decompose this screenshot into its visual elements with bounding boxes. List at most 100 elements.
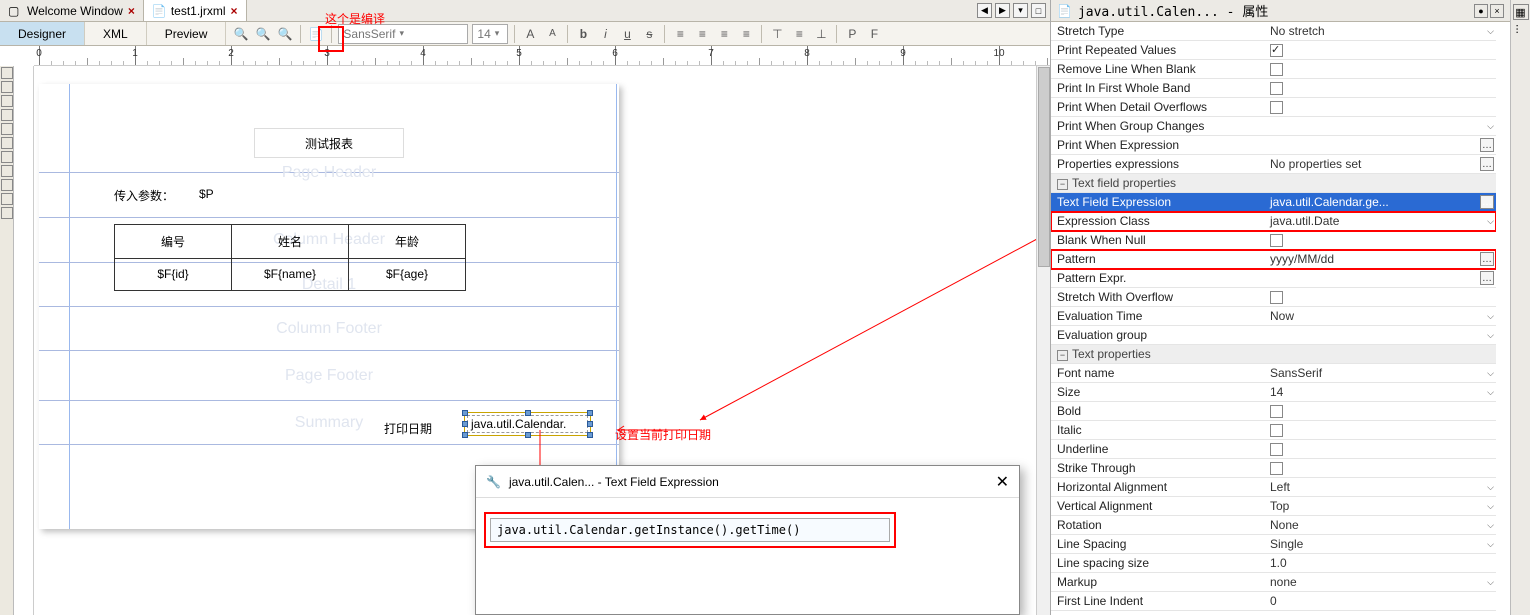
report-table[interactable]: 编号 姓名 年龄 $F{id} $F{name} $F{age} [114,224,466,291]
property-row[interactable]: −Text properties [1051,345,1496,364]
dock-label[interactable]: ... [1513,24,1529,34]
detail-field[interactable]: $F{name} [232,259,349,291]
property-row[interactable]: Line spacing size1.0 [1051,554,1496,573]
property-row[interactable]: Italic [1051,421,1496,440]
tab-jrxml[interactable]: 📄 test1.jrxml × [144,0,247,21]
chevron-down-icon[interactable]: ⌵ [1487,121,1494,132]
align-right-icon[interactable]: ≡ [715,25,733,43]
dropdown-icon[interactable]: ▾ [1013,3,1028,18]
property-row[interactable]: Bold [1051,402,1496,421]
ellipsis-icon[interactable]: … [1480,157,1494,171]
param-label[interactable]: 传入参数： [114,187,174,204]
chevron-down-icon[interactable]: ⌵ [1487,539,1494,550]
ellipsis-icon[interactable]: … [1480,138,1494,152]
chevron-down-icon[interactable]: ⌵ [1487,387,1494,398]
chevron-down-icon[interactable]: ⌵ [1487,520,1494,531]
checkbox[interactable] [1270,405,1283,418]
dock-icon[interactable]: ▦ [1513,4,1529,20]
close-icon[interactable]: × [128,4,135,18]
pin-icon[interactable]: ● [1474,4,1488,18]
mode-designer[interactable]: Designer [0,22,85,45]
property-row[interactable]: Stretch TypeNo stretch⌵ [1051,22,1496,41]
align-justify-icon[interactable]: ≡ [737,25,755,43]
property-row[interactable]: Patternyyyy/MM/dd… [1051,250,1496,269]
scroll-right-icon[interactable]: ▶ [995,3,1010,18]
size-up-icon[interactable]: A [521,25,539,43]
report-title[interactable]: 测试报表 [254,128,404,158]
property-row[interactable]: Properties expressionsNo properties set… [1051,155,1496,174]
compile-icon[interactable]: 📄 [307,25,325,43]
property-row[interactable]: Font nameSansSerif⌵ [1051,364,1496,383]
checkbox[interactable] [1270,234,1283,247]
chevron-down-icon[interactable]: ⌵ [1487,216,1494,227]
valign-middle-icon[interactable]: ≡ [790,25,808,43]
chevron-down-icon[interactable]: ⌵ [1487,501,1494,512]
property-row[interactable]: Size14⌵ [1051,383,1496,402]
print-date-field[interactable]: java.util.Calendar. [464,412,591,436]
zoom-fit-icon[interactable]: 🔍 [254,25,272,43]
mode-xml[interactable]: XML [85,22,147,45]
expression-input[interactable] [490,518,890,542]
property-row[interactable]: RotationNone⌵ [1051,516,1496,535]
checkbox[interactable] [1270,63,1283,76]
zoom-in-icon[interactable]: 🔍 [232,25,250,43]
checkbox[interactable] [1270,462,1283,475]
col-header[interactable]: 年龄 [349,225,466,259]
param-field[interactable]: $P [199,187,214,201]
checkbox[interactable] [1270,443,1283,456]
checkbox[interactable] [1270,424,1283,437]
property-row[interactable]: Print In First Whole Band [1051,79,1496,98]
detail-field[interactable]: $F{id} [115,259,232,291]
property-row[interactable]: Text Field Expressionjava.util.Calendar.… [1051,193,1496,212]
param-icon[interactable]: P [843,25,861,43]
ellipsis-icon[interactable]: … [1480,195,1494,209]
ellipsis-icon[interactable]: … [1480,271,1494,285]
property-row[interactable]: Evaluation TimeNow⌵ [1051,307,1496,326]
size-down-icon[interactable]: A [543,25,561,43]
chevron-down-icon[interactable]: ⌵ [1487,368,1494,379]
col-header[interactable]: 姓名 [232,225,349,259]
property-row[interactable]: Line SpacingSingle⌵ [1051,535,1496,554]
property-row[interactable]: Strike Through [1051,459,1496,478]
property-row[interactable]: Expression Classjava.util.Date⌵ [1051,212,1496,231]
bold-icon[interactable]: b [574,25,592,43]
chevron-down-icon[interactable]: ⌵ [1487,482,1494,493]
property-row[interactable]: Print Repeated Values [1051,41,1496,60]
align-center-icon[interactable]: ≡ [693,25,711,43]
zoom-out-icon[interactable]: 🔍 [276,25,294,43]
property-row[interactable]: Print When Group Changes⌵ [1051,117,1496,136]
close-icon[interactable]: × [1490,4,1504,18]
close-icon[interactable]: × [231,4,238,18]
valign-top-icon[interactable]: ⊤ [768,25,786,43]
maximize-icon[interactable]: □ [1031,3,1046,18]
chevron-down-icon[interactable]: ⌵ [1487,311,1494,322]
valign-bottom-icon[interactable]: ⊥ [812,25,830,43]
strike-icon[interactable]: s [640,25,658,43]
checkbox[interactable] [1270,101,1283,114]
detail-field[interactable]: $F{age} [349,259,466,291]
property-row[interactable]: Horizontal AlignmentLeft⌵ [1051,478,1496,497]
align-left-icon[interactable]: ≡ [671,25,689,43]
property-row[interactable]: Print When Expression… [1051,136,1496,155]
property-row[interactable]: Evaluation group⌵ [1051,326,1496,345]
property-row[interactable]: Underline [1051,440,1496,459]
property-row[interactable]: −Text field properties [1051,174,1496,193]
col-header[interactable]: 编号 [115,225,232,259]
checkbox[interactable] [1270,291,1283,304]
ellipsis-icon[interactable]: … [1480,252,1494,266]
mode-preview[interactable]: Preview [147,22,227,45]
property-row[interactable]: Pattern Expr.… [1051,269,1496,288]
property-row[interactable]: Print When Detail Overflows [1051,98,1496,117]
chevron-down-icon[interactable]: ⌵ [1487,577,1494,588]
property-row[interactable]: First Line Indent0 [1051,592,1496,611]
chevron-down-icon[interactable]: ⌵ [1487,330,1494,341]
property-row[interactable]: Markupnone⌵ [1051,573,1496,592]
chevron-down-icon[interactable]: ⌵ [1487,26,1494,37]
property-row[interactable]: Remove Line When Blank [1051,60,1496,79]
scroll-left-icon[interactable]: ◀ [977,3,992,18]
field-icon[interactable]: F [865,25,883,43]
scrollbar-vertical[interactable] [1036,66,1050,615]
print-date-label[interactable]: 打印日期 [384,420,432,437]
close-icon[interactable]: ✕ [996,472,1009,492]
checkbox[interactable] [1270,44,1283,57]
